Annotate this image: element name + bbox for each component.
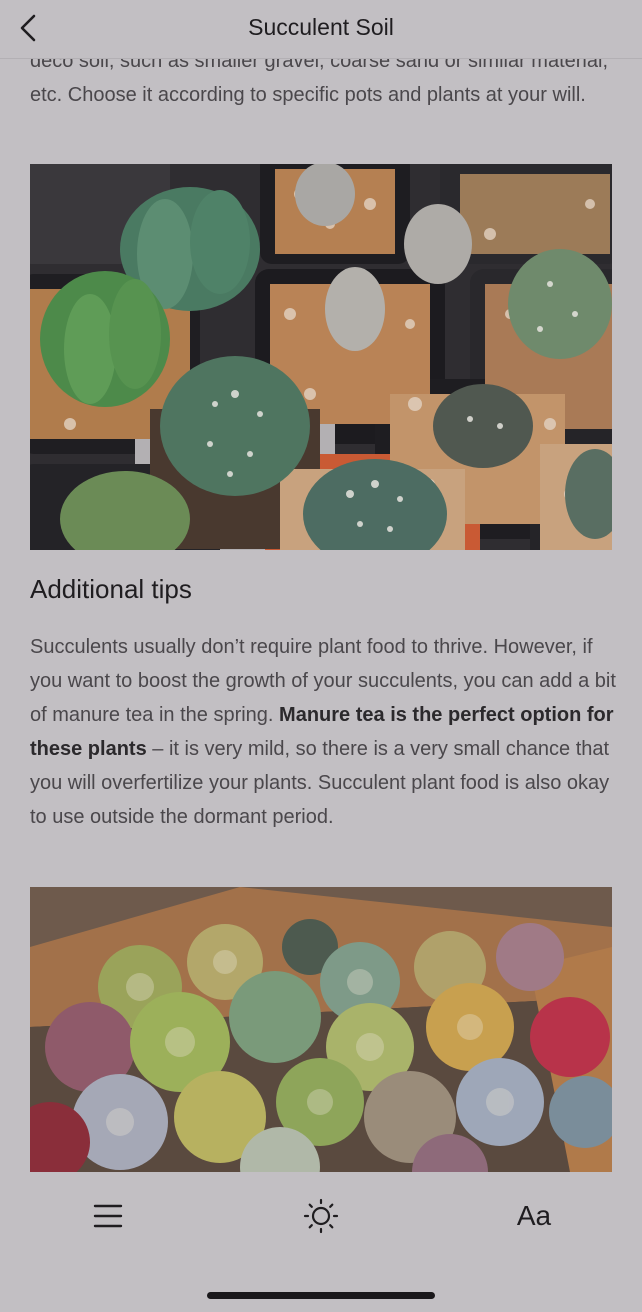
tips-paragraph: Succulents usually don’t require plant f… (30, 630, 620, 834)
section-heading: Additional tips (30, 574, 192, 604)
bottom-toolbar (0, 1172, 642, 1312)
succulent-tray-image (30, 887, 612, 1172)
cactus-illustration (30, 164, 612, 550)
menu-button[interactable] (84, 1194, 132, 1238)
home-indicator (207, 1292, 435, 1299)
font-size-button[interactable]: Aa (510, 1194, 558, 1238)
page-title: Succulent Soil (248, 14, 394, 40)
menu-icon (93, 1204, 123, 1228)
brightness-button[interactable] (297, 1194, 345, 1238)
succulent-illustration (30, 887, 612, 1172)
cactus-image (30, 164, 612, 550)
top-nav-bar: Succulent Soil (0, 0, 642, 59)
article-content[interactable]: deco soil, such as smaller gravel, coars… (0, 0, 642, 1172)
brightness-icon (303, 1198, 339, 1234)
